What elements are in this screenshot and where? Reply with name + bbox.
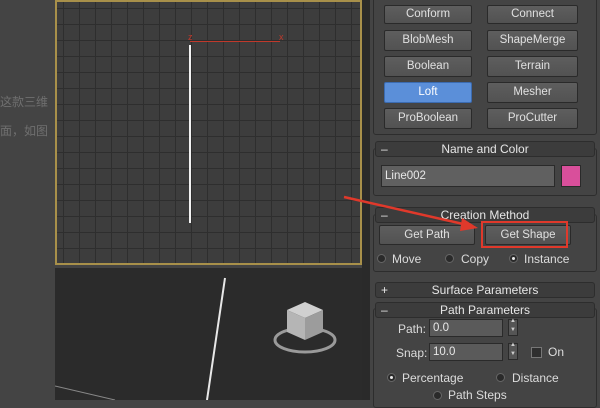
annotation-arrow bbox=[343, 195, 478, 231]
